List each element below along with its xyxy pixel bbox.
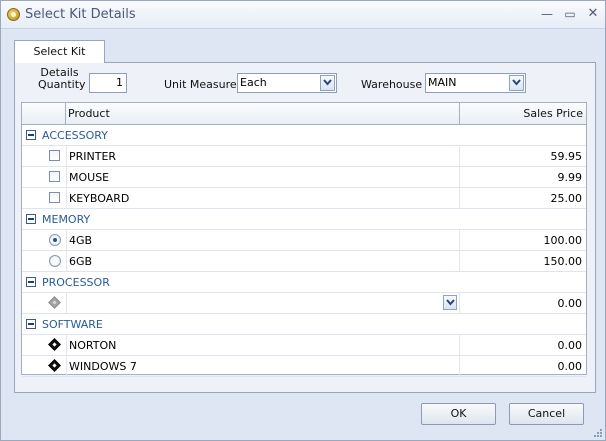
product-cell: KEYBOARD xyxy=(69,192,130,205)
item-checkbox[interactable] xyxy=(49,171,60,182)
product-cell: 6GB xyxy=(69,255,93,268)
grid-header-sales-price[interactable]: Sales Price xyxy=(460,103,586,125)
warehouse-select[interactable]: MAIN xyxy=(425,73,526,93)
price-cell: 150.00 xyxy=(543,255,583,268)
minimize-button[interactable]: — xyxy=(539,6,555,22)
warehouse-dropdown-button[interactable] xyxy=(509,75,524,91)
product-cell: NORTON xyxy=(69,339,117,352)
table-row[interactable]: PRINTER 59.95 xyxy=(22,146,586,167)
cancel-button[interactable]: Cancel xyxy=(509,403,584,425)
item-checkbox[interactable] xyxy=(49,150,60,161)
warehouse-label: Warehouse xyxy=(361,78,423,91)
title-bar[interactable]: Select Kit Details — ▭ ✕ xyxy=(1,1,605,29)
table-row[interactable]: MOUSE 9.99 xyxy=(22,167,586,188)
group-row-processor[interactable]: PROCESSOR xyxy=(22,272,586,293)
price-cell: 0.00 xyxy=(557,297,583,310)
optional-item-icon xyxy=(48,296,61,309)
table-row[interactable]: 6GB 150.00 xyxy=(22,251,586,272)
required-item-icon xyxy=(48,338,61,351)
price-cell: 59.95 xyxy=(550,150,583,163)
product-cell: PRINTER xyxy=(69,150,117,163)
table-row[interactable]: 4GB 100.00 xyxy=(22,230,586,251)
kit-items-grid: Product Sales Price ACCESSORY PRINTER 59… xyxy=(21,102,587,377)
chevron-down-icon xyxy=(512,79,521,86)
item-radio[interactable] xyxy=(49,255,61,267)
table-row[interactable]: WINDOWS 7 0.00 xyxy=(22,356,586,377)
group-row-software[interactable]: SOFTWARE xyxy=(22,314,586,335)
item-radio[interactable] xyxy=(49,234,61,246)
app-icon xyxy=(7,8,20,21)
product-cell: WINDOWS 7 xyxy=(69,360,137,373)
required-item-icon xyxy=(48,359,61,372)
table-row[interactable]: NORTON 0.00 xyxy=(22,335,586,356)
price-cell: 25.00 xyxy=(550,192,583,205)
product-cell: 4GB xyxy=(69,234,93,247)
group-label: ACCESSORY xyxy=(42,129,108,142)
select-kit-details-window: Select Kit Details — ▭ ✕ Select Kit Deta… xyxy=(0,0,606,441)
collapse-icon[interactable] xyxy=(26,319,36,329)
table-row[interactable]: KEYBOARD 25.00 xyxy=(22,188,586,209)
unit-measure-label: Unit Measure xyxy=(164,78,237,91)
price-cell: 0.00 xyxy=(557,339,583,352)
window-title: Select Kit Details xyxy=(25,7,136,22)
collapse-icon[interactable] xyxy=(26,277,36,287)
group-label: PROCESSOR xyxy=(42,276,110,289)
unit-measure-dropdown-button[interactable] xyxy=(320,75,335,91)
unit-measure-value: Each xyxy=(240,76,267,89)
chevron-down-icon xyxy=(323,79,332,86)
item-checkbox[interactable] xyxy=(49,192,60,203)
collapse-icon[interactable] xyxy=(26,214,36,224)
group-label: SOFTWARE xyxy=(42,318,103,331)
group-row-memory[interactable]: MEMORY xyxy=(22,209,586,230)
close-button[interactable]: ✕ xyxy=(585,6,601,22)
processor-dropdown-button[interactable] xyxy=(443,295,457,310)
tab-select-kit-details[interactable]: Select Kit Details xyxy=(14,40,105,79)
resize-grip-icon[interactable] xyxy=(592,427,602,437)
product-cell: MOUSE xyxy=(69,171,110,184)
chevron-down-icon xyxy=(446,299,455,306)
price-cell: 9.99 xyxy=(557,171,583,184)
quantity-input[interactable]: 1 xyxy=(89,73,127,93)
collapse-icon[interactable] xyxy=(26,130,36,140)
grid-header-select xyxy=(22,103,66,125)
unit-measure-select[interactable]: Each xyxy=(237,73,337,93)
group-row-accessory[interactable]: ACCESSORY xyxy=(22,125,586,146)
ok-button[interactable]: OK xyxy=(421,403,496,425)
price-cell: 100.00 xyxy=(543,234,583,247)
warehouse-value: MAIN xyxy=(428,76,457,89)
maximize-button[interactable]: ▭ xyxy=(562,6,578,22)
table-row[interactable]: 0.00 xyxy=(22,293,586,314)
price-cell: 0.00 xyxy=(557,360,583,373)
group-label: MEMORY xyxy=(42,213,91,226)
grid-header-product[interactable]: Product xyxy=(66,103,460,125)
